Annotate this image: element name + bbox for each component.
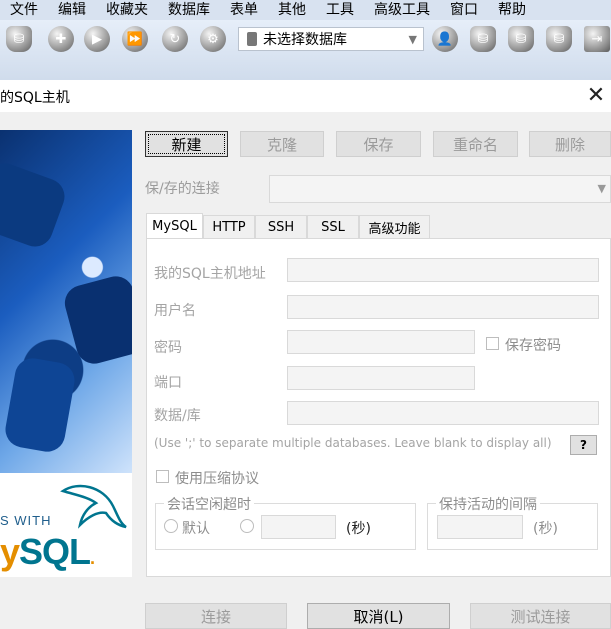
tab-mysql[interactable]: MySQL [146, 213, 203, 239]
menu-database[interactable]: 数据库 [158, 0, 220, 20]
menu-bar: 文件 编辑 收藏夹 数据库 表单 其他 工具 高级工具 窗口 帮助 [0, 0, 611, 20]
chevron-down-icon: ▼ [408, 32, 417, 46]
password-label: 密码 [154, 340, 182, 356]
idle-custom-radio[interactable] [240, 519, 254, 533]
host-input[interactable] [287, 258, 599, 282]
menu-edit[interactable]: 编辑 [48, 0, 96, 20]
toolbar: ⛁ ✚ ▶ ⏩ ↻ ⚙ 未选择数据库 ▼ 👤 ⛁ ⛁ ⛁ ⇥ [0, 20, 611, 81]
close-icon[interactable]: ✕ [583, 82, 609, 108]
clone-button[interactable]: 克隆 [240, 131, 324, 157]
mysql-brand: S WITH ySQL. [0, 473, 132, 577]
host-label: 我的SQL主机地址 [154, 266, 266, 282]
execute-icon[interactable]: ▶ [84, 26, 110, 52]
database-select[interactable]: 未选择数据库 ▼ [238, 27, 424, 51]
menu-window[interactable]: 窗口 [440, 0, 488, 20]
compression-label: 使用压缩协议 [175, 471, 259, 487]
backup-db-icon[interactable]: ⛁ [470, 26, 496, 52]
idle-default-radio[interactable] [164, 519, 178, 533]
keepalive-seconds-unit: (秒) [533, 521, 558, 537]
chevron-down-icon: ▼ [597, 182, 606, 195]
tab-ssl[interactable]: SSL [307, 215, 359, 239]
dialog-title: 的SQL主机 [0, 90, 70, 106]
menu-favorites[interactable]: 收藏夹 [96, 0, 158, 20]
user-label: 用户名 [154, 303, 196, 319]
database-select-value: 未选择数据库 [263, 32, 347, 48]
menu-file[interactable]: 文件 [0, 0, 48, 20]
save-password-checkbox[interactable] [486, 337, 499, 350]
menu-advanced-tools[interactable]: 高级工具 [364, 0, 440, 20]
compression-checkbox[interactable] [156, 470, 169, 483]
idle-seconds-unit: (秒) [346, 521, 371, 537]
refresh-icon[interactable]: ↻ [162, 26, 188, 52]
user-manager-icon[interactable]: 👤 [432, 26, 458, 52]
saved-connections-select[interactable]: ▼ [269, 175, 611, 203]
new-connection-icon[interactable]: ✚ [48, 26, 74, 52]
delete-button[interactable]: 删除 [529, 131, 611, 157]
export-icon[interactable]: ⇥ [584, 26, 610, 52]
new-button[interactable]: 新建 [145, 131, 228, 157]
execute-all-icon[interactable]: ⏩ [122, 26, 148, 52]
keepalive-seconds-input[interactable] [437, 515, 523, 539]
settings-icon[interactable]: ⚙ [200, 26, 226, 52]
connect-db-icon[interactable]: ⛁ [6, 26, 32, 52]
user-input[interactable] [287, 295, 599, 319]
database-input[interactable] [287, 401, 599, 425]
idle-default-label: 默认 [182, 521, 210, 537]
database-label: 数据/库 [154, 408, 201, 424]
database-hint: (Use ';' to separate multiple databases.… [154, 436, 552, 450]
keepalive-title: 保持活动的间隔 [436, 494, 540, 514]
puzzle-artwork [0, 130, 132, 473]
save-button[interactable]: 保存 [336, 131, 421, 157]
port-label: 端口 [154, 375, 182, 391]
help-button[interactable]: ? [570, 435, 597, 455]
menu-help[interactable]: 帮助 [488, 0, 536, 20]
password-input[interactable] [287, 330, 475, 354]
tab-ssh[interactable]: SSH [255, 215, 307, 239]
menu-other[interactable]: 其他 [268, 0, 316, 20]
saved-connections-label: 保/存的连接 [145, 181, 220, 197]
dolphin-logo-icon [60, 484, 127, 529]
save-password-label: 保存密码 [505, 338, 561, 354]
cancel-button[interactable]: 取消(L) [307, 603, 450, 629]
idle-seconds-input[interactable] [261, 515, 336, 539]
mysql-logo-text: ySQL. [0, 531, 95, 572]
side-banner-image: S WITH ySQL. [0, 130, 132, 577]
sync-db-icon[interactable]: ⛁ [546, 26, 572, 52]
menu-table[interactable]: 表单 [220, 0, 268, 20]
port-input[interactable] [287, 366, 475, 390]
idle-timeout-title: 会话空闲超时 [164, 494, 254, 514]
database-icon [247, 32, 257, 46]
dialog-title-bar: 的SQL主机 ✕ [0, 80, 611, 112]
connect-button[interactable]: 连接 [145, 603, 287, 629]
menu-tools[interactable]: 工具 [316, 0, 364, 20]
tab-advanced[interactable]: 高级功能 [359, 215, 430, 239]
rename-button[interactable]: 重命名 [433, 131, 518, 157]
tab-http[interactable]: HTTP [203, 215, 255, 239]
test-connection-button[interactable]: 测试连接 [470, 603, 611, 629]
import-db-icon[interactable]: ⛁ [508, 26, 534, 52]
brand-tagline: S WITH [0, 513, 52, 528]
